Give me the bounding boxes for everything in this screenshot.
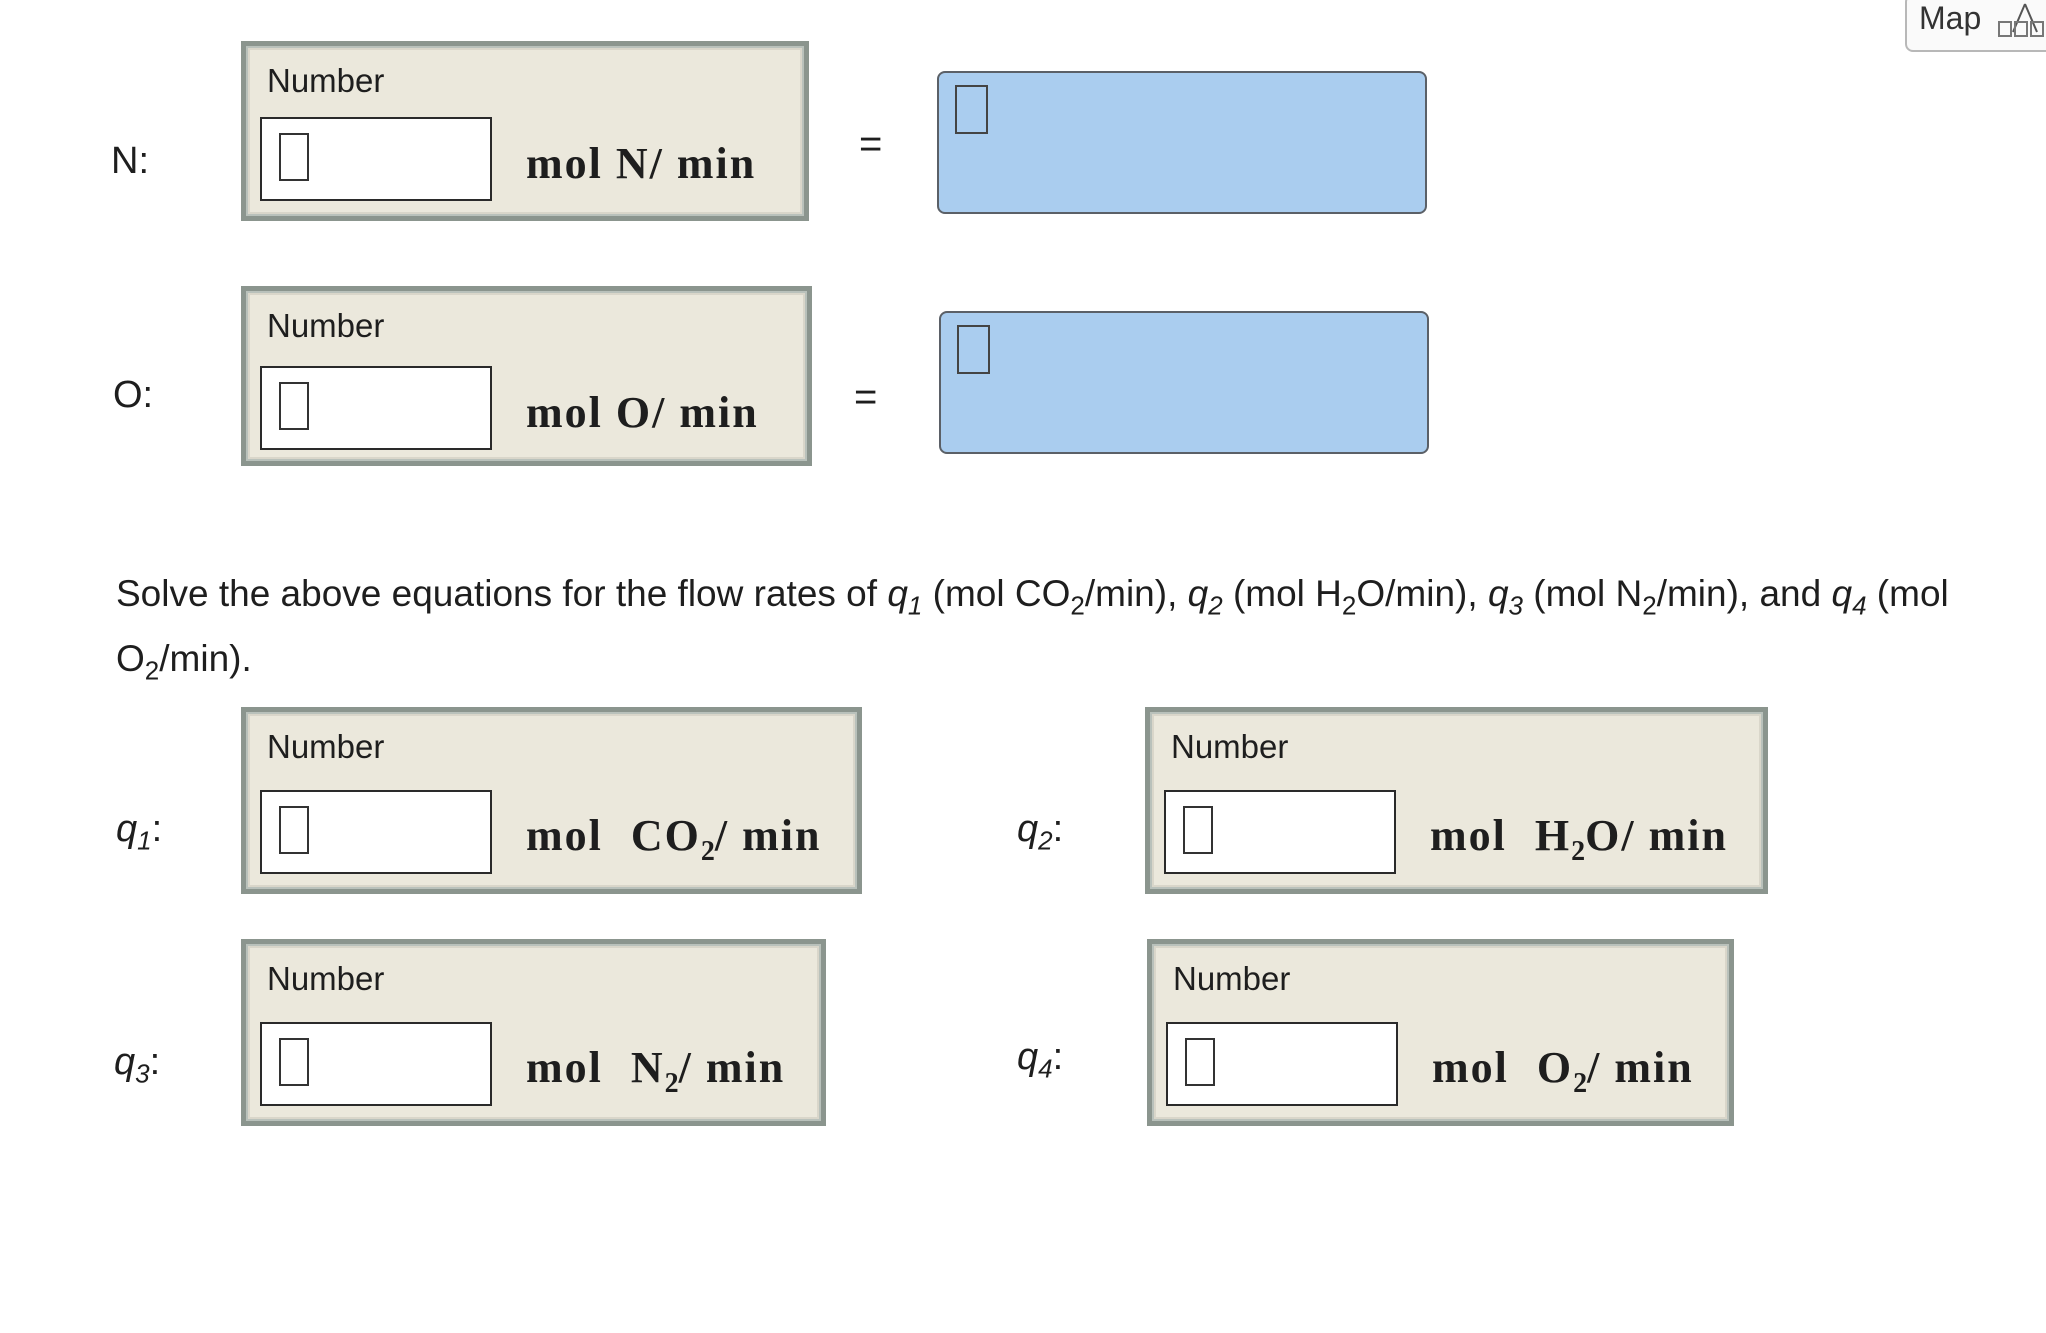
instruction-text: Solve the above equations for the flow r… <box>116 567 1996 698</box>
number-input-group-q3: Number mol N2/ min <box>241 939 826 1126</box>
unit-per-min: / min <box>714 811 822 860</box>
equals-sign: = <box>854 375 878 419</box>
number-header: Number <box>267 728 385 765</box>
text-cursor-icon <box>279 382 309 430</box>
number-input-group-q1: Number mol CO2/ min <box>241 707 862 894</box>
q4-number-input[interactable] <box>1166 1022 1398 1106</box>
q3-colon: : <box>149 1041 161 1083</box>
n-number-input[interactable] <box>260 117 492 201</box>
row-label-o: O: <box>113 374 154 416</box>
q2-number-input[interactable] <box>1164 790 1396 874</box>
q2-label: q2: <box>1017 808 1063 857</box>
unit-subscript: 2 <box>664 1068 679 1099</box>
number-header: Number <box>267 307 385 344</box>
text-cursor-icon <box>279 1038 309 1086</box>
unit-label-q1: mol CO2/ min <box>526 810 821 868</box>
number-input-group-q2: Number mol H2O/ min <box>1145 707 1768 894</box>
unit-label-q4: mol O2/ min <box>1432 1042 1694 1100</box>
map-icon <box>1998 3 2044 37</box>
unit-subscript: 2 <box>1571 836 1586 867</box>
text-cursor-icon <box>279 133 309 181</box>
unit-label-q3: mol N2/ min <box>526 1042 785 1100</box>
q4-var: q <box>1017 1036 1039 1078</box>
q4-label: q4: <box>1017 1036 1063 1085</box>
q1-number-input[interactable] <box>260 790 492 874</box>
number-header: Number <box>1173 960 1291 997</box>
unit-label-n: mol N/ min <box>526 139 757 188</box>
text-cursor-icon <box>957 325 990 374</box>
unit-mol: mol <box>526 811 603 860</box>
unit-per-min: / min <box>678 1043 786 1092</box>
unit-per-min: / min <box>1621 811 1728 860</box>
unit-label-o: mol O/ min <box>526 388 759 437</box>
equals-sign: = <box>859 122 883 166</box>
unit-per-min: / min <box>1587 1043 1694 1092</box>
o-equation-input[interactable] <box>939 311 1429 454</box>
instruction-rendered: Solve the above equations for the flow r… <box>116 573 1949 686</box>
number-input-group-n: Number mol N/ min <box>241 41 809 221</box>
number-header: Number <box>1171 728 1289 765</box>
q4-sub: 4 <box>1038 1053 1053 1084</box>
n-equation-input[interactable] <box>937 71 1427 214</box>
text-cursor-icon <box>1183 806 1213 854</box>
unit-subscript: 2 <box>1573 1068 1588 1099</box>
q2-colon: : <box>1052 808 1064 850</box>
q3-sub: 3 <box>135 1058 150 1089</box>
unit-formula-tail: O <box>1585 811 1622 860</box>
text-cursor-icon <box>955 85 988 134</box>
q2-var: q <box>1017 808 1039 850</box>
q1-sub: 1 <box>137 825 152 856</box>
row-label-n: N: <box>111 140 149 182</box>
unit-mol: mol <box>1430 811 1507 860</box>
unit-label-q2: mol H2O/ min <box>1430 810 1728 868</box>
number-header: Number <box>267 62 385 99</box>
q3-number-input[interactable] <box>260 1022 492 1106</box>
unit-formula: CO <box>630 811 701 860</box>
number-input-group-o: Number mol O/ min <box>241 286 812 466</box>
unit-formula: H <box>1534 811 1572 860</box>
number-input-group-q4: Number mol O2/ min <box>1147 939 1734 1126</box>
q1-var: q <box>116 808 138 850</box>
q2-sub: 2 <box>1038 825 1053 856</box>
q1-colon: : <box>151 808 163 850</box>
text-cursor-icon <box>279 806 309 854</box>
q3-label: q3: <box>114 1041 160 1090</box>
unit-formula: N <box>630 1043 665 1092</box>
unit-mol: mol <box>526 1043 603 1092</box>
unit-subscript: 2 <box>700 836 715 867</box>
map-label: Map <box>1919 0 1982 36</box>
o-number-input[interactable] <box>260 366 492 450</box>
text-cursor-icon <box>1185 1038 1215 1086</box>
q1-label: q1: <box>116 808 162 857</box>
unit-mol: mol <box>1432 1043 1509 1092</box>
map-button[interactable]: Map <box>1905 0 2046 52</box>
number-header: Number <box>267 960 385 997</box>
unit-formula: O <box>1536 1043 1574 1092</box>
q3-var: q <box>114 1041 136 1083</box>
q4-colon: : <box>1052 1036 1064 1078</box>
